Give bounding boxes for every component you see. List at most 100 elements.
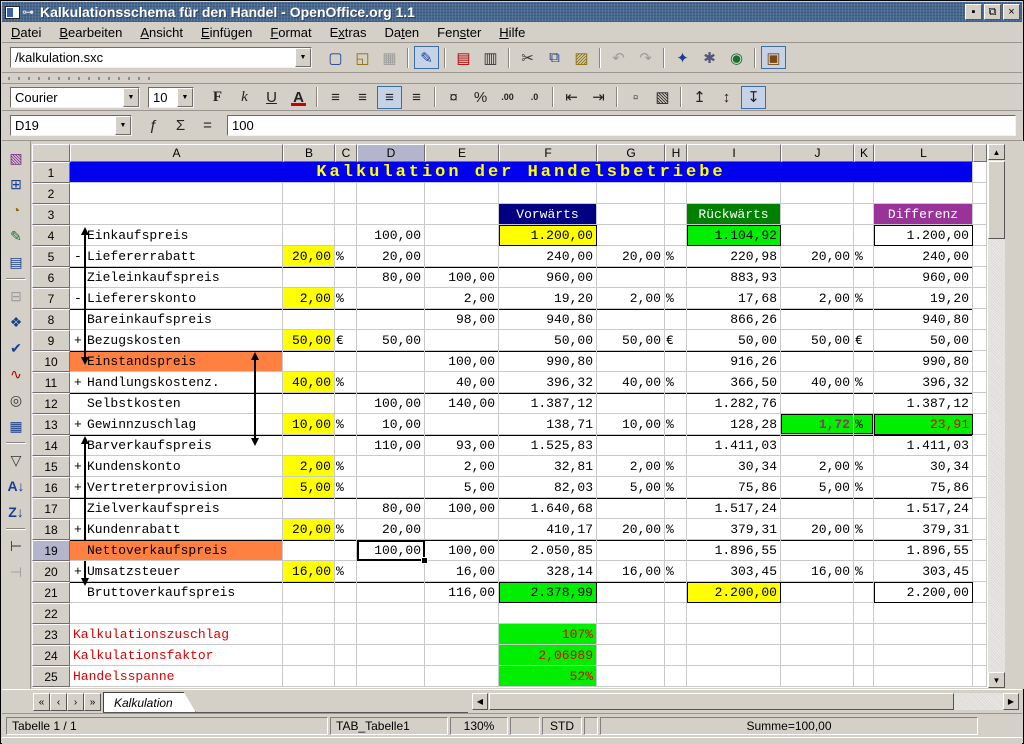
cell-K22[interactable]	[854, 603, 874, 624]
vertical-scrollbar[interactable]: ▲ ▼	[988, 144, 1005, 688]
cell-G9[interactable]: 50,00	[597, 330, 665, 351]
column-header-F[interactable]: F	[499, 144, 597, 162]
cell-C3[interactable]	[335, 204, 357, 225]
insert-icon[interactable]: ▧	[4, 146, 28, 170]
cell-B22[interactable]	[283, 603, 335, 624]
cell-G10[interactable]	[597, 351, 665, 372]
cell-F3[interactable]: Vorwärts	[499, 204, 597, 225]
cell-C14[interactable]	[335, 435, 357, 456]
column-header-L[interactable]: L	[874, 144, 973, 162]
cell-L25[interactable]	[874, 666, 973, 687]
cell-F22[interactable]	[499, 603, 597, 624]
row-header-24[interactable]: 24	[32, 645, 70, 666]
cell-L8[interactable]: 940,80	[874, 309, 973, 330]
cell-A12[interactable]: Selbstkosten	[70, 393, 283, 414]
cell-L4[interactable]: 1.200,00	[874, 225, 973, 246]
cell-A17[interactable]: Zielverkaufspreis	[70, 498, 283, 519]
cell-H2[interactable]	[665, 183, 687, 204]
cell-L5[interactable]: 240,00	[874, 246, 973, 267]
column-header-K[interactable]: K	[854, 144, 874, 162]
cell-H14[interactable]	[665, 435, 687, 456]
cell-A21[interactable]: Bruttoverkaufspreis	[70, 582, 283, 603]
row-header-21[interactable]: 21	[32, 582, 70, 603]
cell-A11[interactable]: +Handlungskostenz.	[70, 372, 283, 393]
row-header-1[interactable]: 1	[32, 162, 70, 183]
url-dropdown-icon[interactable]: ▼	[295, 48, 311, 67]
cell-I8[interactable]: 866,26	[687, 309, 781, 330]
cell-E4[interactable]	[425, 225, 499, 246]
delete-decimal-place-icon[interactable]: .0	[522, 86, 547, 109]
cell-E18[interactable]	[425, 519, 499, 540]
edit-file-icon[interactable]: ✎	[414, 46, 439, 69]
cell-L3[interactable]: Differenz	[874, 204, 973, 225]
cell-D16[interactable]	[357, 477, 425, 498]
align-right-icon[interactable]: ≡	[377, 86, 402, 109]
cell-H7[interactable]: %	[665, 288, 687, 309]
cell-L19[interactable]: 1.896,55	[874, 540, 973, 561]
column-header-D[interactable]: D	[357, 144, 425, 162]
menu-daten[interactable]: Daten	[375, 23, 428, 42]
cell-L15[interactable]: 30,34	[874, 456, 973, 477]
cell-J20[interactable]: 16,00	[781, 561, 854, 582]
cell-G5[interactable]: 20,00	[597, 246, 665, 267]
row-header-22[interactable]: 22	[32, 603, 70, 624]
status-sum[interactable]: Summe=100,00	[600, 717, 978, 735]
cell-K14[interactable]	[854, 435, 874, 456]
cell-J9[interactable]: 50,00	[781, 330, 854, 351]
cell-L11[interactable]: 396,32	[874, 372, 973, 393]
cell-H11[interactable]: %	[665, 372, 687, 393]
cell-J10[interactable]	[781, 351, 854, 372]
sort-ascending-icon[interactable]: A↓	[4, 474, 28, 498]
cell-E14[interactable]: 93,00	[425, 435, 499, 456]
close-button[interactable]: ×	[1003, 4, 1020, 20]
row-header-19[interactable]: 19	[32, 540, 70, 561]
cell-C16[interactable]: %	[335, 477, 357, 498]
cell-J2[interactable]	[781, 183, 854, 204]
cell-A3[interactable]	[70, 204, 283, 225]
column-header-B[interactable]: B	[283, 144, 335, 162]
cell-I23[interactable]	[687, 624, 781, 645]
cell-F2[interactable]	[499, 183, 597, 204]
cell-F11[interactable]: 396,32	[499, 372, 597, 393]
cell-C5[interactable]: %	[335, 246, 357, 267]
status-selection-mode[interactable]: STD	[542, 717, 582, 735]
auto-spellcheck-icon[interactable]: ∿	[4, 362, 28, 386]
scroll-left-icon[interactable]: ◀	[472, 693, 488, 710]
cell-D2[interactable]	[357, 183, 425, 204]
cell-G20[interactable]: 16,00	[597, 561, 665, 582]
cell-G18[interactable]: 20,00	[597, 519, 665, 540]
cell-E2[interactable]	[425, 183, 499, 204]
cell-I11[interactable]: 366,50	[687, 372, 781, 393]
row-header-18[interactable]: 18	[32, 519, 70, 540]
row-header-2[interactable]: 2	[32, 183, 70, 204]
cell-L23[interactable]	[874, 624, 973, 645]
cell-C22[interactable]	[335, 603, 357, 624]
cell-J6[interactable]	[781, 267, 854, 288]
font-size-combo[interactable]: ▼	[148, 87, 194, 108]
borders-icon[interactable]: ▫	[623, 86, 648, 109]
align-center-icon[interactable]: ≡	[350, 86, 375, 109]
cell-D23[interactable]	[357, 624, 425, 645]
window-pin-icon[interactable]: ⊶	[22, 5, 34, 19]
cell-A2[interactable]	[70, 183, 283, 204]
cell-H3[interactable]	[665, 204, 687, 225]
cell-A16[interactable]: +Vertreterprovision	[70, 477, 283, 498]
cell-F17[interactable]: 1.640,68	[499, 498, 597, 519]
cell-C13[interactable]: %	[335, 414, 357, 435]
cell-H6[interactable]	[665, 267, 687, 288]
cell-G2[interactable]	[597, 183, 665, 204]
vertical-scroll-thumb[interactable]	[988, 161, 1005, 239]
cell-D15[interactable]	[357, 456, 425, 477]
cell-I5[interactable]: 220,98	[687, 246, 781, 267]
cell-E15[interactable]: 2,00	[425, 456, 499, 477]
export-pdf-icon[interactable]: ▤	[451, 46, 476, 69]
cell-B18[interactable]: 20,00	[283, 519, 335, 540]
cell-B21[interactable]	[283, 582, 335, 603]
cell-K24[interactable]	[854, 645, 874, 666]
data-sources-icon[interactable]: ▦	[4, 414, 28, 438]
cell-H21[interactable]	[665, 582, 687, 603]
cell-L16[interactable]: 75,86	[874, 477, 973, 498]
cell-J14[interactable]	[781, 435, 854, 456]
cell-D20[interactable]	[357, 561, 425, 582]
row-header-14[interactable]: 14	[32, 435, 70, 456]
